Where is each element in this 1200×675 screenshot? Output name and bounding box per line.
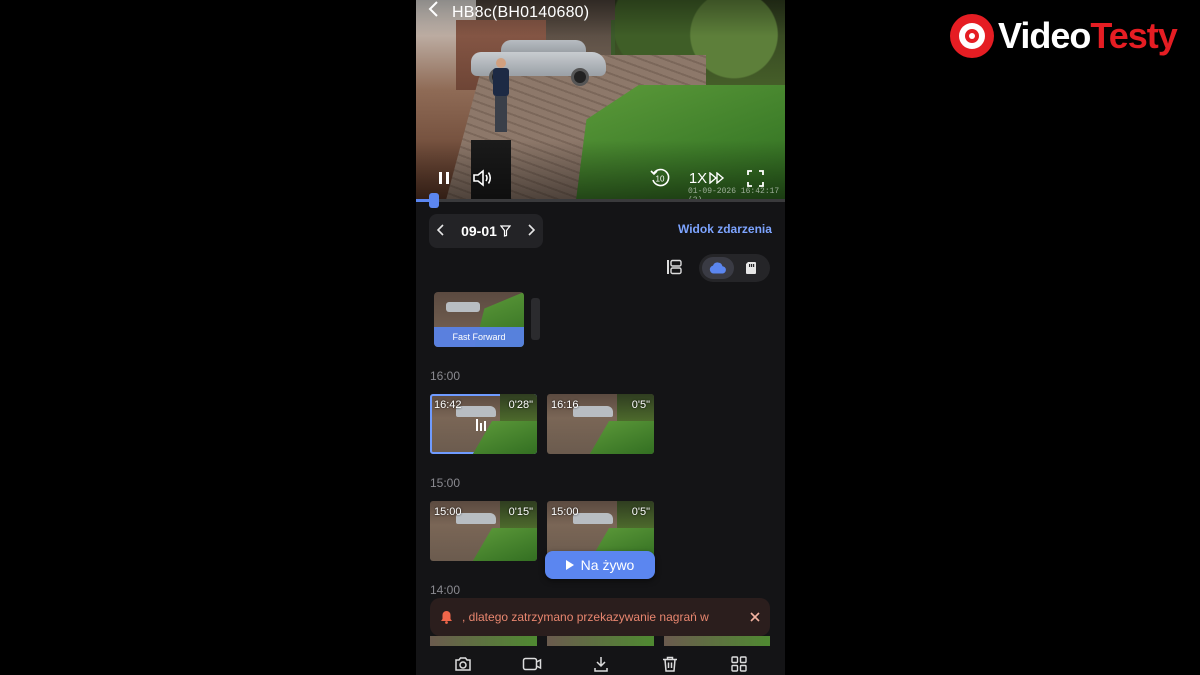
pause-button[interactable] (432, 164, 456, 192)
fast-forward-label: Fast Forward (434, 327, 524, 347)
delete-button[interactable] (659, 653, 681, 675)
more-options-button[interactable] (728, 653, 750, 675)
clip-thumbnail[interactable]: 16:16 0'5" (547, 394, 654, 454)
clip-time: 15:00 (434, 506, 462, 518)
clip-duration: 0'5" (631, 506, 650, 518)
hour-label: 16:00 (430, 369, 461, 383)
replay-10-icon: 10 (650, 168, 670, 187)
video-header: HB8c(BH0140680) (416, 0, 785, 26)
clip-time: 16:16 (551, 399, 579, 411)
playing-indicator-icon (476, 419, 490, 431)
clip-duration: 0'5" (631, 399, 650, 411)
back-button[interactable] (416, 0, 452, 26)
toast-close-button[interactable] (740, 609, 770, 625)
grid-icon (730, 655, 747, 672)
speed-label: 1X (688, 169, 708, 187)
hour-label: 14:00 (430, 583, 461, 597)
next-day-button[interactable] (519, 223, 543, 239)
date-filter-button[interactable]: 09-01 (453, 223, 519, 239)
clip-thumbnail[interactable]: 16:42 0'28" (430, 394, 537, 454)
event-view-link[interactable]: Widok zdarzenia (678, 222, 772, 236)
clip-thumbnail[interactable]: 15:00 0'15" (430, 501, 537, 561)
go-live-label: Na żywo (580, 557, 635, 573)
pause-icon (439, 172, 449, 184)
fullscreen-icon (746, 169, 764, 187)
fast-forward-side-tab (531, 298, 540, 340)
video-player[interactable]: HB8c(BH0140680) 10 1X 01-09-2026 16:42:1… (416, 0, 785, 200)
clip-duration: 0'15" (508, 506, 533, 518)
close-icon (750, 612, 760, 622)
download-icon (593, 656, 608, 672)
chevron-right-icon (528, 224, 536, 236)
download-button[interactable] (590, 653, 612, 675)
storage-source-toggle (699, 254, 770, 282)
sd-card-icon (746, 262, 756, 274)
prev-day-button[interactable] (429, 223, 453, 239)
date-selector: 09-01 (429, 214, 543, 248)
svg-text:10: 10 (656, 175, 665, 184)
filter-icon (499, 225, 511, 237)
target-logo-icon (950, 14, 994, 58)
bottom-toolbar (416, 652, 785, 675)
chevron-left-icon (428, 1, 438, 17)
current-date: 09-01 (461, 223, 497, 239)
fast-forward-card[interactable]: Fast Forward (434, 292, 524, 347)
clip-duration: 0'28" (508, 399, 533, 411)
list-view-button[interactable] (666, 259, 682, 275)
sd-card-option[interactable] (735, 257, 767, 279)
toast-message: , dlatego zatrzymano przekazywanie nagra… (462, 610, 709, 624)
fast-forward-icon (709, 172, 725, 184)
videotesty-logo: VideoTesty (950, 14, 1195, 58)
play-icon (565, 560, 574, 570)
logo-text: VideoTesty (998, 15, 1178, 56)
go-live-button[interactable]: Na żywo (545, 551, 655, 579)
record-video-icon (522, 657, 541, 670)
cloud-storage-option[interactable] (702, 257, 734, 279)
bell-icon (430, 610, 462, 624)
hour-label: 15:00 (430, 476, 461, 490)
replay-10-button[interactable]: 10 (648, 164, 672, 192)
upload-paused-toast: , dlatego zatrzymano przekazywanie nagra… (430, 598, 770, 636)
list-view-icon (667, 259, 682, 275)
mute-button[interactable] (470, 164, 496, 192)
clip-time: 15:00 (551, 506, 579, 518)
speaker-icon (473, 169, 492, 187)
clip-time: 16:42 (434, 399, 462, 411)
device-title: HB8c(BH0140680) (452, 4, 590, 21)
camera-icon (454, 656, 471, 671)
screenshot-button[interactable] (452, 653, 474, 675)
playback-progress[interactable] (416, 193, 785, 208)
clip-row-partial (430, 636, 770, 646)
chevron-left-icon (436, 224, 444, 236)
app-screen: HB8c(BH0140680) 10 1X 01-09-2026 16:42:1… (416, 0, 785, 675)
trash-icon (662, 656, 677, 672)
cloud-icon (709, 262, 726, 274)
record-button[interactable] (521, 653, 543, 675)
progress-handle[interactable] (429, 193, 440, 208)
